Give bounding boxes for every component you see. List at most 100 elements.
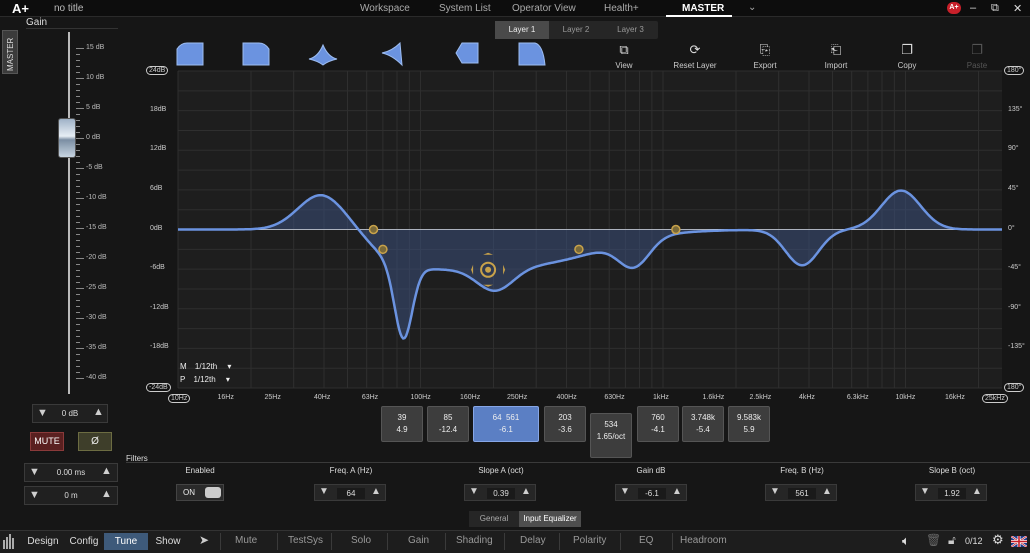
- low-shelf-icon[interactable]: [175, 41, 205, 67]
- chevron-down-icon[interactable]: ▾: [227, 362, 231, 371]
- restore-button[interactable]: ⧉: [991, 2, 999, 15]
- gain-fader-handle[interactable]: [58, 118, 76, 158]
- fn-headroom[interactable]: Headroom: [680, 535, 727, 546]
- band-3[interactable]: 64 561 -6.1: [473, 406, 539, 442]
- band-5[interactable]: 534 1.65/oct: [590, 413, 632, 458]
- pointer-icon[interactable]: ➤: [199, 533, 209, 547]
- enabled-toggle[interactable]: ON: [176, 484, 224, 501]
- band-8[interactable]: 9.583k 5.9: [728, 406, 770, 442]
- fn-testsys[interactable]: TestSys: [288, 535, 323, 546]
- master-side-tab[interactable]: MASTER: [2, 30, 18, 74]
- uk-flag-icon[interactable]: [1011, 536, 1027, 547]
- freq-a-decrease-button[interactable]: ▼: [319, 486, 329, 497]
- selection-counter: 0/12: [965, 536, 983, 546]
- freq-b-value[interactable]: 561: [788, 488, 816, 499]
- fn-shading[interactable]: Shading: [456, 535, 493, 546]
- nav-health[interactable]: Health+: [604, 3, 639, 14]
- freq-b-increase-button[interactable]: ▲: [822, 486, 832, 497]
- freq-a-value[interactable]: 64: [337, 488, 365, 499]
- close-button[interactable]: ✕: [1013, 2, 1022, 15]
- mute-button[interactable]: MUTE: [30, 432, 64, 451]
- fader-tick-label: -15 dB: [86, 224, 107, 231]
- fader-minor-tick: [76, 192, 80, 193]
- mode-design[interactable]: Design: [22, 533, 64, 550]
- fader-minor-tick: [76, 312, 80, 313]
- chevron-down-icon[interactable]: ⌄: [748, 2, 756, 13]
- tab-layer-1[interactable]: Layer 1: [495, 21, 549, 39]
- tab-layer-3[interactable]: Layer 3: [603, 21, 658, 39]
- freq-a-increase-button[interactable]: ▲: [371, 486, 381, 497]
- band-7[interactable]: 3.748k -5.4: [682, 406, 724, 442]
- tab-layer-2[interactable]: Layer 2: [549, 21, 603, 39]
- bell-icon[interactable]: [308, 41, 338, 67]
- phase-smoothing-value[interactable]: 1/12th: [193, 375, 215, 384]
- fader-minor-tick: [76, 72, 80, 73]
- magnitude-smoothing[interactable]: M 1/12th ▾: [180, 362, 231, 371]
- band-2[interactable]: 85 -12.4: [427, 406, 469, 442]
- magnitude-smoothing-value[interactable]: 1/12th: [195, 362, 217, 371]
- gain-fader-track[interactable]: [68, 32, 70, 394]
- phase-invert-button[interactable]: Ø: [78, 432, 112, 451]
- gain-decrease-button[interactable]: ▼: [37, 407, 48, 419]
- gear-icon[interactable]: ⚙: [992, 532, 1004, 548]
- minimize-button[interactable]: –: [970, 2, 976, 14]
- meter-bars-icon[interactable]: [3, 534, 15, 549]
- fn-solo[interactable]: Solo: [351, 535, 371, 546]
- nav-system-list[interactable]: System List: [439, 3, 491, 14]
- fader-minor-tick: [76, 132, 80, 133]
- slope-a-stepper: ▼ 0.39 ▲: [464, 484, 536, 501]
- gain-db-increase-button[interactable]: ▲: [672, 486, 682, 497]
- tab-input-equalizer[interactable]: Input Equalizer: [519, 511, 581, 527]
- notch-icon[interactable]: [380, 41, 410, 67]
- fn-gain[interactable]: Gain: [408, 535, 429, 546]
- delay-m-value[interactable]: 0 m: [47, 491, 95, 500]
- slope-b-increase-button[interactable]: ▲: [972, 486, 982, 497]
- fader-minor-tick: [76, 306, 80, 307]
- chevron-down-icon[interactable]: ▾: [226, 375, 230, 384]
- slope-a-decrease-button[interactable]: ▼: [469, 486, 479, 497]
- x-axis-label: 16kHz: [944, 394, 965, 401]
- eq-graph-canvas[interactable]: [140, 66, 1024, 406]
- freq-b-header: Freq. B (Hz): [780, 466, 824, 475]
- band-4[interactable]: 203 -3.6: [544, 406, 586, 442]
- high-shelf-icon[interactable]: [241, 41, 271, 67]
- fn-polarity[interactable]: Polarity: [573, 535, 606, 546]
- speaker-icon[interactable]: 🔈︎: [902, 533, 910, 549]
- trash-icon[interactable]: 🗑︎: [926, 533, 941, 547]
- gain-increase-button[interactable]: ▲: [93, 406, 104, 418]
- band-1[interactable]: 39 4.9: [381, 406, 423, 442]
- nav-workspace[interactable]: Workspace: [360, 3, 410, 14]
- slope-b-decrease-button[interactable]: ▼: [920, 486, 930, 497]
- delay-ms-value[interactable]: 0.00 ms: [47, 468, 95, 477]
- nav-master[interactable]: MASTER: [682, 3, 724, 14]
- eq-graph[interactable]: 24dB 18dB 12dB 6dB 0dB -6dB -12dB -18dB -24dB 180…: [140, 66, 1025, 406]
- fader-tick-label: -40 dB: [86, 374, 107, 381]
- delay-m-decrease-button[interactable]: ▼: [29, 489, 40, 501]
- delay-m-increase-button[interactable]: ▲: [101, 488, 112, 500]
- fn-mute[interactable]: Mute: [235, 535, 257, 546]
- mode-tune[interactable]: Tune: [104, 533, 148, 550]
- band-pass-icon[interactable]: [452, 41, 482, 67]
- slope-a-increase-button[interactable]: ▲: [521, 486, 531, 497]
- phase-smoothing[interactable]: P 1/12th ▾: [180, 375, 230, 384]
- delay-ms-decrease-button[interactable]: ▼: [29, 466, 40, 478]
- slope-b-value[interactable]: 1.92: [938, 488, 966, 499]
- freq-b-decrease-button[interactable]: ▼: [770, 486, 780, 497]
- gain-db-value[interactable]: -6.1: [638, 488, 666, 499]
- mode-config[interactable]: Config: [64, 533, 104, 550]
- delay-ms-increase-button[interactable]: ▲: [101, 465, 112, 477]
- x-axis-label: 2.5kHz: [749, 394, 772, 401]
- tab-general[interactable]: General: [469, 511, 519, 527]
- gain-db-decrease-button[interactable]: ▼: [620, 486, 630, 497]
- slope-a-value[interactable]: 0.39: [487, 488, 515, 499]
- nav-operator-view[interactable]: Operator View: [512, 3, 576, 14]
- mode-show[interactable]: Show: [148, 533, 188, 550]
- band-6[interactable]: 760 -4.1: [637, 406, 679, 442]
- fn-eq[interactable]: EQ: [639, 535, 653, 546]
- fn-delay[interactable]: Delay: [520, 535, 546, 546]
- lock-icon[interactable]: 🔓︎: [948, 533, 956, 548]
- account-badge-icon[interactable]: A+: [947, 2, 961, 14]
- master-side-tab-label: MASTER: [6, 37, 15, 71]
- gain-value[interactable]: 0 dB: [53, 409, 87, 418]
- high-cut-icon[interactable]: [517, 41, 547, 67]
